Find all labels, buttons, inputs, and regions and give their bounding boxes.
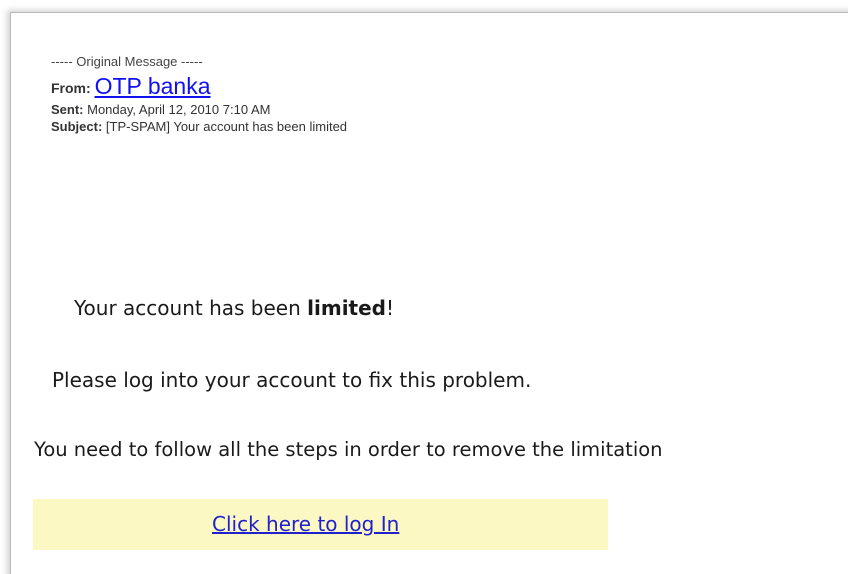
from-row: From: OTP banka bbox=[51, 73, 347, 101]
email-header: ----- Original Message ----- From: OTP b… bbox=[51, 54, 347, 135]
sent-label: Sent: bbox=[51, 102, 84, 117]
subject-label: Subject: bbox=[51, 119, 103, 134]
original-message-separator: ----- Original Message ----- bbox=[51, 54, 203, 69]
login-cta-box: Click here to log In bbox=[33, 499, 608, 550]
from-sender-link[interactable]: OTP banka bbox=[95, 73, 211, 99]
subject-row: Subject: [TP-SPAM] Your account has been… bbox=[51, 118, 347, 135]
body-line-log-in-prompt: Please log into your account to fix this… bbox=[52, 368, 532, 392]
from-label: From: bbox=[51, 80, 91, 96]
subject-value: [TP-SPAM] Your account has been limited bbox=[105, 119, 348, 134]
sent-row: Sent: Monday, April 12, 2010 7:10 AM bbox=[51, 101, 347, 118]
login-link[interactable]: Click here to log In bbox=[212, 512, 399, 536]
sent-value: Monday, April 12, 2010 7:10 AM bbox=[87, 102, 271, 117]
body-line1-prefix: Your account has been bbox=[74, 296, 308, 320]
body-line1-bold: limited bbox=[307, 296, 386, 320]
body-line-account-limited: Your account has been limited! bbox=[74, 296, 394, 320]
body-line-follow-steps: You need to follow all the steps in orde… bbox=[34, 438, 663, 461]
body-line1-suffix: ! bbox=[386, 296, 395, 320]
